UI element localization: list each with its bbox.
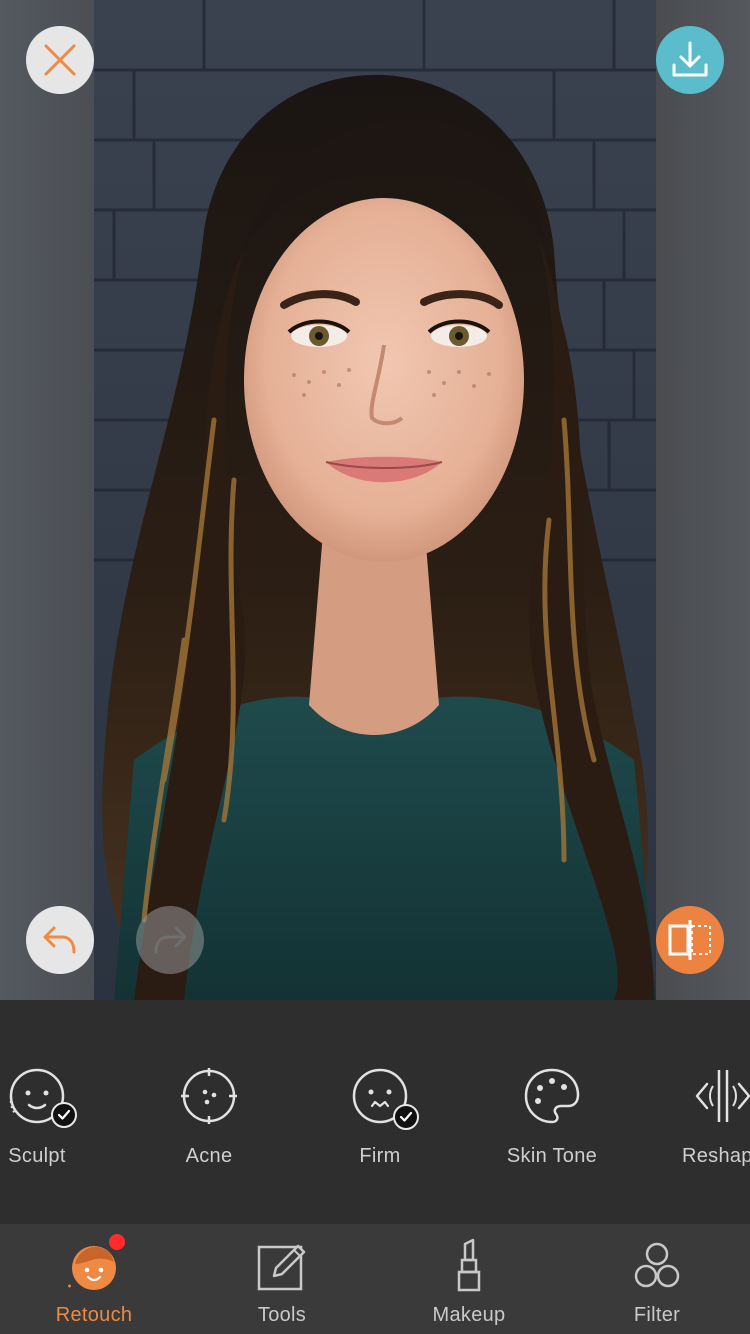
nav-label: Filter [633,1304,681,1326]
nav-tab-filter[interactable]: Filter [582,1224,732,1334]
undo-button[interactable] [26,906,94,974]
filter-icon [634,1242,680,1288]
compare-button[interactable] [656,906,724,974]
palette-icon [524,1068,580,1124]
tool-firm[interactable]: Firm [310,1066,450,1176]
save-button[interactable] [656,26,724,94]
tool-label: Acne [185,1145,233,1167]
tool-reshape[interactable]: Reshap [653,1066,750,1176]
tool-skin-tone[interactable]: Skin Tone [482,1066,622,1176]
tool-label: Firm [359,1145,401,1167]
portrait-photo [94,0,656,1000]
tool-acne[interactable]: Acne [139,1066,279,1176]
tool-label: Skin Tone [506,1145,598,1167]
compare-icon [668,920,711,960]
notification-badge [109,1234,125,1250]
tool-label: Reshap [682,1145,750,1167]
applied-check-icon [51,1102,77,1128]
reshape-icon [695,1070,750,1122]
nav-label: Retouch [55,1304,133,1326]
editor-canvas [0,0,750,1000]
nav-tab-makeup[interactable]: Makeup [394,1224,544,1334]
acne-icon [181,1068,237,1124]
download-icon [672,41,708,77]
photo-preview[interactable] [94,0,656,1000]
redo-icon [154,926,187,954]
close-button[interactable] [26,26,94,94]
tool-label: Sculpt [8,1145,66,1167]
tool-sculpt[interactable]: Sculpt [0,1066,107,1176]
undo-icon [43,926,76,954]
nav-label: Makeup [432,1304,506,1326]
nav-tab-tools[interactable]: Tools [207,1224,357,1334]
redo-button[interactable] [136,906,204,974]
photo-editor-app: Sculpt Acne Firm Skin Tone Reshap Retouc… [0,0,750,1334]
bottom-navigation: Retouch Tools Makeup Filter [0,1224,750,1334]
nav-label: Tools [257,1304,307,1326]
edit-icon [257,1244,306,1291]
close-icon [44,44,76,76]
nav-tab-retouch[interactable]: Retouch [19,1224,169,1334]
applied-check-icon [393,1104,419,1130]
lipstick-icon [457,1238,481,1292]
retouch-tool-strip[interactable]: Sculpt Acne Firm Skin Tone Reshap [0,1000,750,1224]
